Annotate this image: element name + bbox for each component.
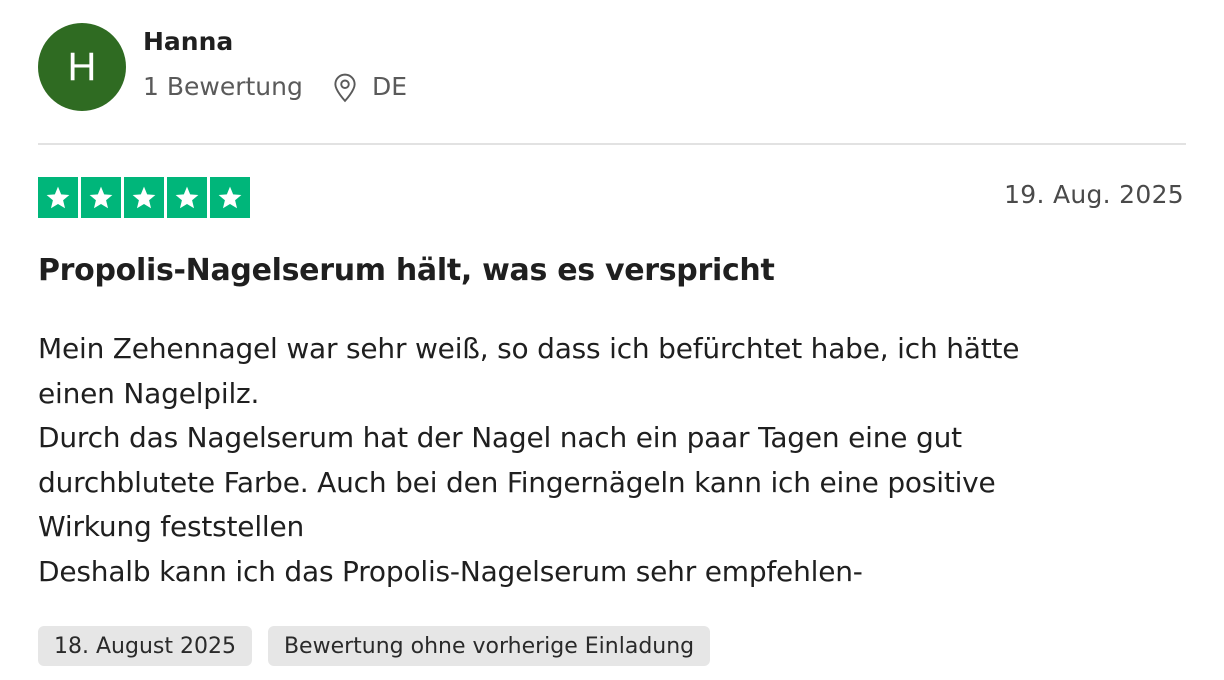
divider — [38, 143, 1186, 145]
review-tags: 18. August 2025 Bewertung ohne vorherige… — [38, 626, 711, 666]
review-body-line: Wirkung feststellen — [38, 510, 305, 543]
avatar[interactable]: H — [38, 23, 126, 111]
star-icon — [167, 177, 207, 218]
experience-date-tag: 18. August 2025 — [38, 626, 252, 666]
review-body-line: durchblutete Farbe. Auch bei den Fingern… — [38, 465, 996, 499]
review-title[interactable]: Propolis-Nagelserum hält, was es verspri… — [38, 253, 775, 288]
star-icon — [124, 177, 164, 218]
star-icon — [210, 177, 250, 218]
review-body-line: Deshalb kann ich das Propolis-Nagelserum… — [38, 554, 863, 588]
star-icon — [38, 177, 78, 218]
review-card: H Hanna 1 Bewertung DE 19. Aug. 2025 Pro… — [0, 0, 1224, 680]
review-date: 19. Aug. 2025 — [1004, 180, 1184, 209]
star-rating — [38, 177, 250, 218]
star-icon — [81, 177, 121, 218]
review-body-line: einen Nagelpilz. — [38, 376, 260, 410]
reviewer-country: DE — [372, 72, 408, 101]
review-body: Mein Zehennagel war sehr weiß, so dass i… — [38, 327, 1188, 594]
unprompted-review-tag[interactable]: Bewertung ohne vorherige Einladung — [267, 626, 711, 666]
review-count: 1 Bewertung — [143, 72, 303, 101]
review-body-line: Durch das Nagelserum hat der Nagel nach … — [38, 421, 962, 454]
location-pin-icon — [334, 73, 356, 103]
avatar-initial: H — [67, 44, 97, 89]
review-body-line: Mein Zehennagel war sehr weiß, so dass i… — [38, 332, 1020, 365]
reviewer-name[interactable]: Hanna — [143, 27, 233, 56]
